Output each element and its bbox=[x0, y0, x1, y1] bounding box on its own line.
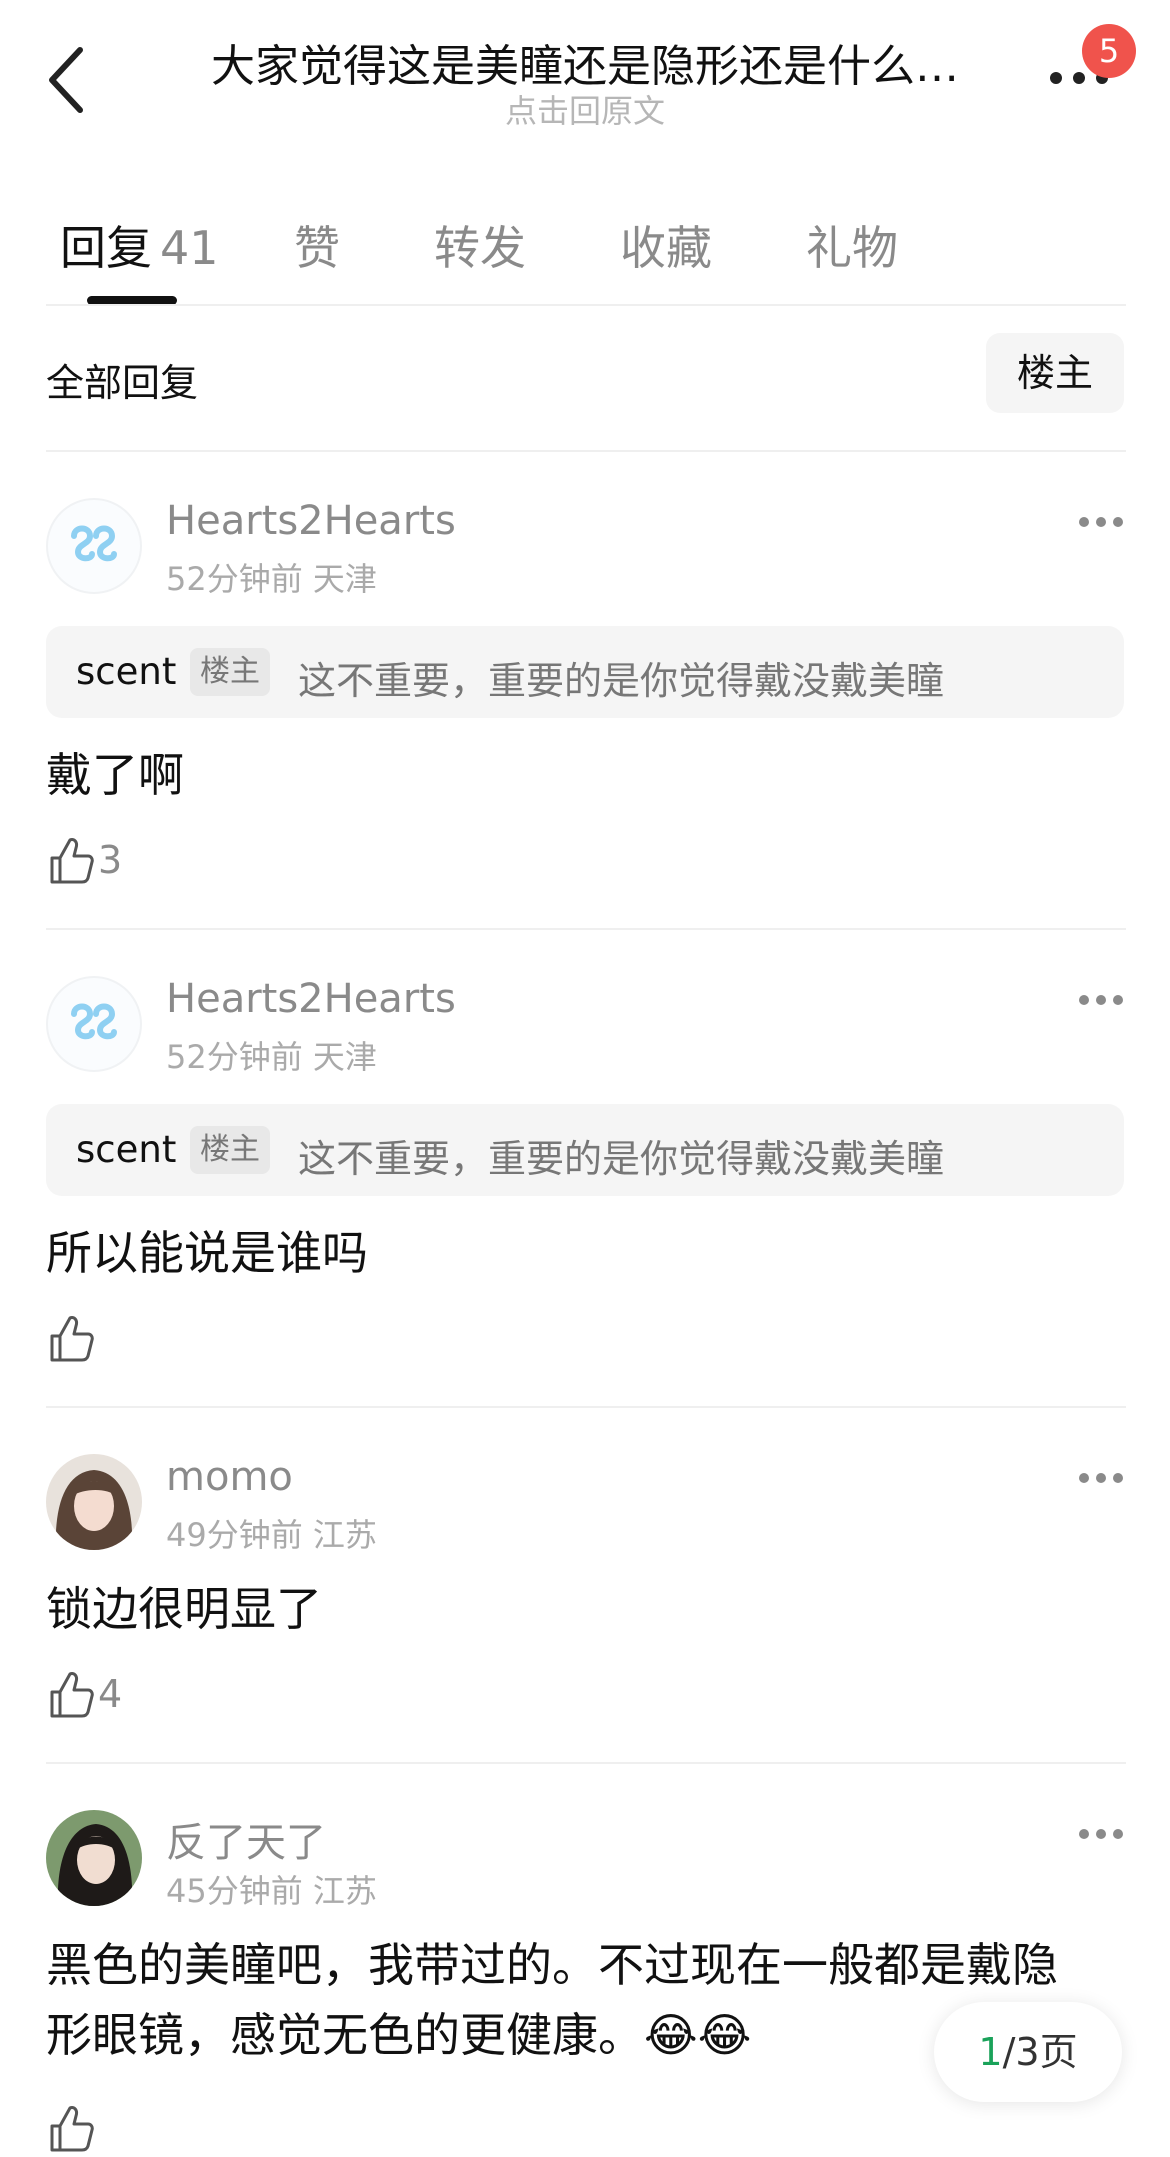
tab-likes[interactable]: 赞 bbox=[294, 212, 340, 278]
current-page: 1 bbox=[978, 2030, 1003, 2074]
group-logo-icon bbox=[71, 1003, 117, 1040]
comment-meta: 49分钟前 江苏 bbox=[166, 1516, 377, 1554]
divider bbox=[46, 1762, 1126, 1764]
divider bbox=[46, 450, 1126, 452]
comment-more-icon[interactable] bbox=[1078, 1828, 1124, 1840]
all-replies-label: 全部回复 bbox=[46, 361, 199, 405]
back-to-original-link[interactable]: 点击回原文 bbox=[0, 86, 1170, 132]
user-photo-icon bbox=[46, 1454, 142, 1550]
comment-more-icon[interactable] bbox=[1078, 516, 1124, 528]
quote-text: 这不重要，重要的是你觉得戴没戴美瞳 bbox=[298, 1137, 945, 1181]
username[interactable]: 反了天了 bbox=[166, 1810, 326, 1868]
thumbs-up-icon[interactable] bbox=[48, 2104, 94, 2154]
owner-tag: 楼主 bbox=[190, 1126, 270, 1174]
thumbs-up-icon[interactable] bbox=[48, 1670, 94, 1720]
tab-replies-label: 回复 bbox=[60, 221, 152, 275]
comment-more-icon[interactable] bbox=[1078, 1472, 1124, 1484]
divider bbox=[46, 928, 1126, 930]
tab-gifts[interactable]: 礼物 bbox=[806, 212, 898, 278]
comment-more-icon[interactable] bbox=[1078, 994, 1124, 1006]
notification-badge: 5 bbox=[1082, 24, 1136, 78]
group-logo-icon bbox=[71, 525, 117, 562]
tab-favorites[interactable]: 收藏 bbox=[620, 212, 712, 278]
avatar[interactable] bbox=[46, 498, 142, 594]
username[interactable]: Hearts2Hearts bbox=[166, 976, 456, 1022]
comment-text: 戴了啊 bbox=[46, 748, 184, 802]
comment-meta: 52分钟前 天津 bbox=[166, 1038, 377, 1076]
divider bbox=[46, 1406, 1126, 1408]
comment-meta: 52分钟前 天津 bbox=[166, 560, 377, 598]
username[interactable]: momo bbox=[166, 1454, 293, 1500]
quote-author: scent bbox=[76, 650, 177, 693]
like-count: 3 bbox=[98, 838, 123, 882]
avatar[interactable] bbox=[46, 1810, 142, 1906]
quoted-reply[interactable]: scent 楼主 这不重要，重要的是你觉得戴没戴美瞳 bbox=[46, 1104, 1124, 1196]
like-count: 4 bbox=[98, 1672, 123, 1716]
divider bbox=[46, 304, 1126, 306]
comment-text-line: 黑色的美瞳吧，我带过的。不过现在一般都是戴隐 bbox=[46, 1938, 1058, 1992]
avatar[interactable] bbox=[46, 976, 142, 1072]
user-photo-icon bbox=[46, 1810, 142, 1906]
username[interactable]: Hearts2Hearts bbox=[166, 498, 456, 544]
thumbs-up-icon[interactable] bbox=[48, 836, 94, 886]
post-title[interactable]: 大家觉得这是美瞳还是隐形还是什么… bbox=[170, 30, 1000, 94]
quoted-reply[interactable]: scent 楼主 这不重要，重要的是你觉得戴没戴美瞳 bbox=[46, 626, 1124, 718]
tab-replies-count: 41 bbox=[160, 221, 219, 275]
tab-reposts[interactable]: 转发 bbox=[434, 212, 526, 278]
tab-replies[interactable]: 回复 41 bbox=[60, 212, 219, 278]
page-indicator[interactable]: 1/3页 bbox=[934, 2002, 1122, 2102]
comment-text: 锁边很明显了 bbox=[46, 1582, 322, 1636]
thumbs-up-icon[interactable] bbox=[48, 1314, 94, 1364]
comment-meta: 45分钟前 江苏 bbox=[166, 1872, 377, 1910]
total-pages: /3页 bbox=[1002, 2030, 1078, 2074]
comment-text: 所以能说是谁吗 bbox=[46, 1226, 368, 1280]
owner-only-button[interactable]: 楼主 bbox=[986, 333, 1124, 413]
quote-text: 这不重要，重要的是你觉得戴没戴美瞳 bbox=[298, 659, 945, 703]
owner-tag: 楼主 bbox=[190, 648, 270, 696]
quote-author: scent bbox=[76, 1128, 177, 1171]
avatar[interactable] bbox=[46, 1454, 142, 1550]
